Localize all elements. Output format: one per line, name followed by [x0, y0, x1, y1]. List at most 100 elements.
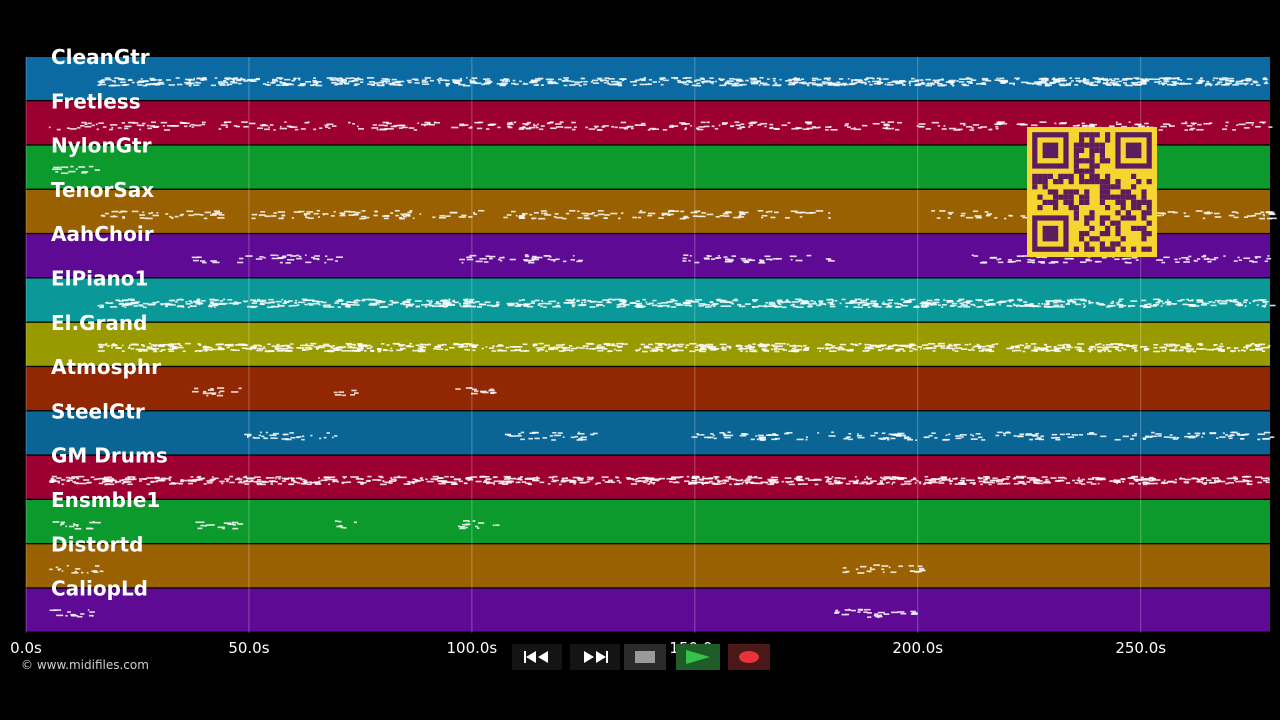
- note-event: [1233, 479, 1236, 482]
- note-event: [353, 521, 357, 524]
- note-event: [604, 481, 610, 483]
- note-event: [767, 210, 773, 213]
- note-event: [195, 521, 202, 524]
- note-event: [739, 350, 743, 352]
- note-event: [268, 298, 274, 301]
- note-event: [754, 475, 758, 478]
- note-event: [333, 347, 338, 350]
- note-event: [725, 300, 728, 302]
- note-event: [578, 84, 582, 87]
- note-event: [313, 128, 317, 131]
- note-event: [752, 343, 756, 345]
- note-event: [1016, 255, 1024, 257]
- note-event: [152, 214, 159, 217]
- note-event: [322, 213, 325, 216]
- note-event: [1180, 79, 1183, 81]
- note-event: [270, 254, 277, 257]
- note-event: [403, 213, 408, 215]
- note-event: [232, 527, 239, 530]
- note-event: [231, 391, 239, 393]
- note-event: [438, 82, 441, 84]
- note-event: [535, 347, 543, 349]
- note-event: [1153, 347, 1158, 349]
- note-event: [598, 213, 605, 216]
- note-event: [521, 299, 526, 301]
- note-event: [895, 128, 900, 131]
- note-event: [537, 304, 540, 306]
- note-event: [1134, 350, 1138, 352]
- note-event: [735, 479, 743, 482]
- note-event: [898, 565, 903, 568]
- note-event: [78, 166, 86, 168]
- note-event: [299, 83, 306, 86]
- note-event: [576, 346, 580, 349]
- note-event: [578, 431, 580, 434]
- note-event: [1131, 256, 1137, 259]
- note-event: [831, 345, 836, 347]
- note-event: [1166, 78, 1169, 80]
- note-event: [1188, 255, 1192, 258]
- note-event: [428, 123, 435, 126]
- note-event: [566, 80, 571, 82]
- note-event: [281, 480, 287, 482]
- note-event: [562, 217, 567, 220]
- note-event: [934, 345, 940, 347]
- track-lane[interactable]: [26, 544, 1270, 588]
- note-event: [205, 524, 211, 526]
- rewind-button[interactable]: [512, 644, 562, 670]
- note-event: [864, 83, 867, 85]
- play-button[interactable]: [676, 644, 720, 670]
- note-event: [1097, 350, 1102, 353]
- stop-icon: [635, 651, 655, 663]
- note-event: [495, 524, 500, 526]
- note-event: [314, 255, 320, 257]
- note-event: [903, 436, 910, 438]
- note-event: [1109, 78, 1113, 81]
- note-event: [256, 349, 263, 352]
- note-event: [945, 81, 949, 83]
- note-event: [1222, 128, 1227, 131]
- note-event: [90, 476, 95, 479]
- record-button[interactable]: [728, 644, 770, 670]
- note-event: [258, 214, 261, 217]
- note-event: [342, 394, 346, 397]
- note-event: [1013, 83, 1016, 86]
- note-event: [1244, 305, 1247, 307]
- note-event: [417, 122, 420, 125]
- stop-button[interactable]: [624, 644, 666, 670]
- note-event: [381, 83, 385, 86]
- note-event: [938, 482, 945, 484]
- note-event: [1076, 348, 1083, 351]
- note-event: [612, 83, 620, 86]
- note-event: [484, 301, 491, 304]
- note-event: [451, 126, 459, 129]
- note-event: [837, 349, 841, 351]
- track-lane[interactable]: [26, 500, 1270, 543]
- note-event: [510, 349, 516, 352]
- note-event: [389, 349, 394, 352]
- note-event: [740, 123, 745, 126]
- note-event: [1054, 122, 1057, 125]
- track-lane[interactable]: [26, 411, 1270, 455]
- fast-forward-button[interactable]: [570, 644, 620, 670]
- note-event: [244, 483, 250, 485]
- note-event: [353, 299, 361, 302]
- note-event: [509, 346, 517, 348]
- note-event: [94, 565, 100, 567]
- note-event: [269, 434, 277, 437]
- note-event: [326, 77, 332, 79]
- note-event: [782, 349, 787, 351]
- note-event: [471, 388, 477, 391]
- note-event: [679, 122, 686, 124]
- track-lane[interactable]: [26, 588, 1270, 632]
- note-event: [193, 77, 196, 80]
- note-event: [703, 344, 707, 346]
- note-event: [968, 82, 973, 84]
- note-event: [99, 570, 104, 573]
- note-event: [188, 300, 193, 302]
- note-event: [681, 81, 687, 84]
- piano-roll-canvas[interactable]: CleanGtrFretlessNylonGtrTenorSaxAahChoir…: [0, 0, 1280, 720]
- note-event: [177, 83, 183, 86]
- note-event: [565, 212, 570, 215]
- note-event: [288, 305, 292, 307]
